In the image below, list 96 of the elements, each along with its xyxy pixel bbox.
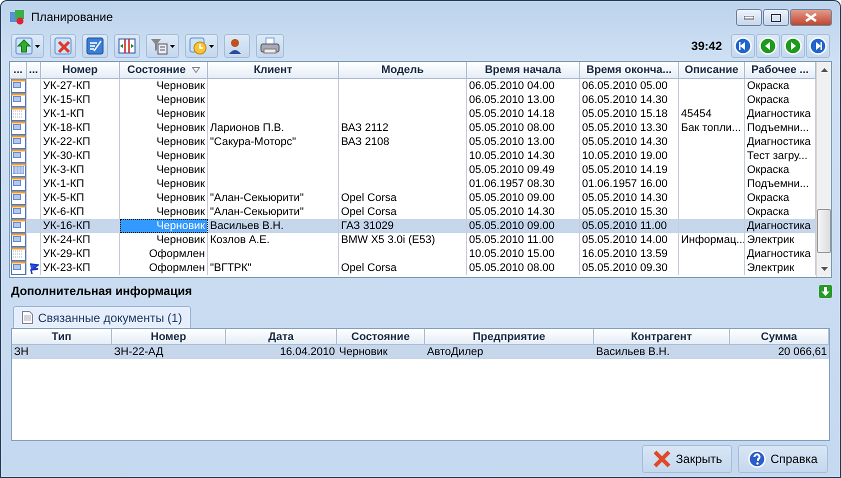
column-header[interactable]: Модель	[339, 62, 467, 79]
next-record-icon	[784, 37, 802, 55]
sort-icon	[192, 67, 200, 73]
last-record-button[interactable]	[806, 34, 830, 58]
scrollbar[interactable]	[816, 62, 831, 277]
edit-icon	[86, 37, 104, 55]
first-record-icon	[734, 37, 752, 55]
timer: 39:42	[691, 39, 722, 53]
last-record-icon	[809, 37, 827, 55]
table-cell: УК-23-КП	[41, 261, 120, 275]
scroll-thumb[interactable]	[817, 209, 831, 253]
column-header[interactable]: Время начала	[467, 62, 580, 79]
table-cell: Черновик	[120, 219, 208, 233]
filter-icon	[150, 37, 168, 55]
scroll-up-icon	[820, 68, 828, 72]
up-arrow-icon	[15, 37, 33, 55]
table-row[interactable]: УК-24-КП Черновик Козлов А.Е. BMW X5 3.0i (E53) 05.05.2010 11.00 05.05.2010 14.00 Информац...Электрик	[10, 233, 816, 247]
next-record-button[interactable]	[781, 34, 805, 58]
clock-tool-button[interactable]	[185, 34, 218, 58]
table-row[interactable]: УК-1-КП Черновик 05.05.2010 14.18 05.05.2010 15.18 45454 Диагностика	[10, 107, 816, 121]
column-header[interactable]: Рабочее ...	[745, 62, 816, 79]
table-cell-text: ЗН	[13, 345, 30, 359]
table-row[interactable]: УК-3-КП Черновик 05.05.2010 09.49 05.05.2010 14.19 Окраска	[10, 163, 816, 177]
table-row[interactable]: УК-1-КП Черновик 01.06.1957 08.30 01.06.1957 16.00 Подъемни...	[10, 177, 816, 191]
close-button[interactable]: Закрыть	[642, 445, 732, 473]
help-icon	[748, 450, 766, 468]
close-icon	[652, 450, 672, 468]
table-row[interactable]: УК-27-КП Черновик 06.05.2010 04.00 06.05.2010 05.00 Окраска	[10, 79, 816, 93]
table-cell-text: АвтоДилер	[426, 345, 484, 359]
first-record-button[interactable]	[731, 34, 755, 58]
window-title: Планирование	[31, 10, 114, 24]
table-row[interactable]: УК-23-КП Оформлен "ВГТРК" Opel Corsa 05.05.2010 08.00 05.05.2010 09.30 Электрик	[10, 261, 816, 275]
column-header[interactable]: Состояние	[120, 62, 208, 79]
table-cell-text: Черновик	[338, 345, 389, 359]
scroll-down-icon	[820, 267, 828, 271]
close-button[interactable]	[790, 9, 832, 26]
column-header[interactable]: Сумма	[730, 329, 829, 345]
table-cell: 05.05.2010 09.30	[580, 261, 679, 275]
collapse-icon[interactable]	[819, 284, 832, 298]
table-row[interactable]: УК-18-КП Черновик Ларионов П.В. ВАЗ 2112 05.05.2010 08.00 05.05.2010 13.30 Бак топли... Подъемни...	[10, 121, 816, 135]
print-tool-button[interactable]	[256, 34, 284, 58]
split-columns-icon	[118, 37, 136, 55]
tab[interactable]: Связанные документы (1)	[13, 306, 192, 328]
column-header[interactable]: Клиент	[208, 62, 339, 79]
split-tool-button[interactable]	[114, 34, 140, 58]
table-cell-text: Васильев В.Н.	[595, 345, 671, 359]
up-tool-button[interactable]	[11, 34, 44, 58]
printer-icon	[260, 37, 280, 55]
table-row[interactable]: УК-30-КП Черновик 10.05.2010 14.30 10.05.2010 19.00 Тест загру...	[10, 149, 816, 163]
table-row[interactable]: УК-15-КП Черновик 06.05.2010 13.00 06.05.2010 14.30 Окраска	[10, 93, 816, 107]
caret-icon	[209, 44, 214, 48]
column-header[interactable]: Дата	[226, 329, 337, 345]
table-row[interactable]: УК-6-КП Черновик "Алан-Секьюрити" Opel Corsa 05.05.2010 14.30 05.05.2010 15.30 Окраска	[10, 205, 816, 219]
delete-icon	[54, 37, 72, 55]
prev-record-button[interactable]	[756, 34, 780, 58]
edit-tool-button[interactable]	[82, 34, 108, 58]
table-row[interactable]: УК-22-КП Черновик "Сакура-Моторс" ВАЗ 2108 05.05.2010 13.00 05.05.2010 14.30 Диагностика	[10, 135, 816, 149]
person-icon	[228, 38, 242, 54]
minimize-button[interactable]	[736, 9, 762, 26]
column-header[interactable]: Тип	[12, 329, 112, 345]
delete-tool-button[interactable]	[50, 34, 76, 58]
table-cell: Opel Corsa	[339, 261, 467, 275]
caret-icon	[35, 44, 40, 48]
prev-record-icon	[759, 37, 777, 55]
caret-icon	[170, 44, 175, 48]
app-icon	[9, 9, 25, 25]
document-icon	[22, 311, 33, 324]
person-tool-button[interactable]	[224, 34, 250, 58]
table-row[interactable]: УК-29-КП Оформлен 10.05.2010 15.00 16.05.2010 13.59 Диагностика	[10, 247, 816, 261]
close-icon	[805, 13, 817, 22]
column-header[interactable]: ...	[27, 62, 41, 79]
table-cell-text: 16.04.2010	[278, 345, 336, 359]
clock-icon	[189, 37, 207, 55]
maximize-button[interactable]	[763, 9, 789, 26]
column-header[interactable]: Состояние	[337, 329, 425, 345]
table-row[interactable]: ЗН ЗН-22-АД 16.04.2010 Черновик АвтоДилер Васильев В.Н. 20 066,61	[12, 345, 829, 359]
section-title: Дополнительная информация	[11, 284, 192, 298]
column-header[interactable]: Предприятие	[425, 329, 594, 345]
table-cell: Оформлен	[120, 261, 208, 275]
column-header[interactable]: Время оконча...	[580, 62, 679, 79]
column-header[interactable]: ...	[10, 62, 27, 79]
table-row[interactable]: УК-5-КП Черновик "Алан-Секьюрити" Opel Corsa 05.05.2010 09.00 05.05.2010 14.30 Окраска	[10, 191, 816, 205]
table-cell-text: 20 066,61	[777, 345, 828, 359]
column-header[interactable]: Номер	[112, 329, 226, 345]
column-header[interactable]: Номер	[41, 62, 120, 79]
table-cell: "ВГТРК"	[208, 261, 339, 275]
filter-tool-button[interactable]	[146, 34, 179, 58]
column-header[interactable]: Описание	[679, 62, 745, 79]
table-cell: 05.05.2010 08.00	[467, 261, 580, 275]
flag-icon	[28, 262, 38, 274]
table-cell-text: ЗН-22-АД	[113, 345, 164, 359]
help-button[interactable]: Справка	[738, 445, 828, 473]
table-row[interactable]: УК-16-КП Черновик Васильев В.Н. ГАЗ 31029 05.05.2010 09.00 05.05.2010 11.00 Диагностика	[10, 219, 816, 233]
column-header[interactable]: Контрагент	[594, 329, 730, 345]
minimize-icon	[744, 16, 754, 20]
maximize-icon	[771, 14, 781, 22]
